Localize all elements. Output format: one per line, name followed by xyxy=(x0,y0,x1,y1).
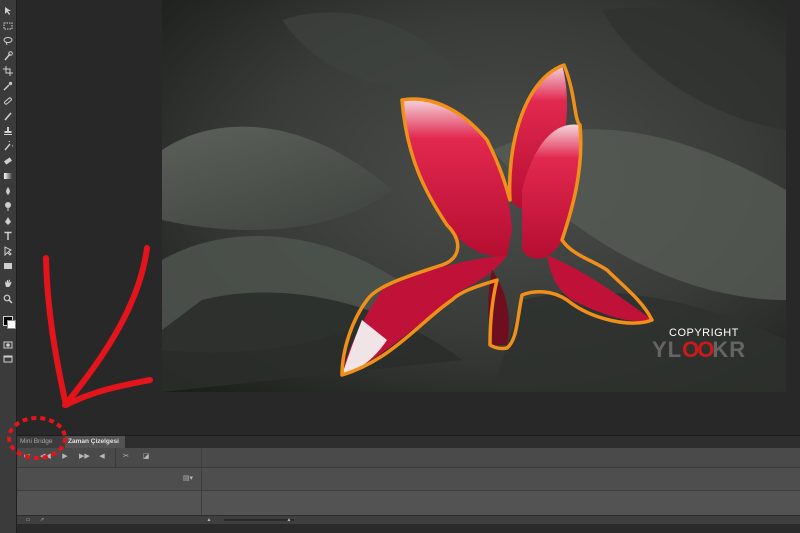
clone-stamp-tool-icon[interactable] xyxy=(1,124,15,137)
quick-mask-icon[interactable] xyxy=(1,338,15,351)
move-tool-icon[interactable] xyxy=(1,4,15,17)
tab-timeline[interactable]: Zaman Çizelgesi xyxy=(65,436,125,448)
pen-tool-icon[interactable] xyxy=(1,214,15,227)
path-selection-tool-icon[interactable] xyxy=(1,244,15,257)
status-strip xyxy=(17,524,800,533)
render-icon[interactable]: ▭ xyxy=(21,516,35,524)
history-brush-icon[interactable] xyxy=(1,139,15,152)
rectangle-tool-icon[interactable] xyxy=(1,259,15,272)
spot-healing-brush-icon[interactable] xyxy=(1,94,15,107)
zoom-out-icon[interactable]: ▲ xyxy=(205,516,213,524)
photoshop-window: COPYRIGHT YLOOKR Mini Bridge Zaman Çizel… xyxy=(0,0,800,533)
bottom-panel: Mini Bridge Zaman Çizelgesi ⏮ ◀◀ ▶ ▶▶ ◀ … xyxy=(17,435,800,533)
brush-tool-icon[interactable] xyxy=(1,109,15,122)
background-color-swatch[interactable] xyxy=(7,320,16,329)
type-tool-icon[interactable] xyxy=(1,229,15,242)
tools-panel xyxy=(0,0,17,533)
timeline-zoom-slider[interactable] xyxy=(224,519,294,521)
hand-tool-icon[interactable] xyxy=(1,276,15,289)
zoom-in-icon[interactable]: ▲ xyxy=(285,516,293,524)
convert-icon[interactable]: ↗ xyxy=(37,516,47,524)
gradient-tool-icon[interactable] xyxy=(1,169,15,182)
timeline-left-column xyxy=(17,448,202,518)
eraser-tool-icon[interactable] xyxy=(1,154,15,167)
lasso-tool-icon[interactable] xyxy=(1,34,15,47)
marquee-tool-icon[interactable] xyxy=(1,19,15,32)
crop-tool-icon[interactable] xyxy=(1,64,15,77)
eyedropper-tool-icon[interactable] xyxy=(1,79,15,92)
quick-selection-tool-icon[interactable] xyxy=(1,49,15,62)
color-swatches[interactable] xyxy=(2,310,16,329)
screen-mode-icon[interactable] xyxy=(1,352,15,365)
dodge-tool-icon[interactable] xyxy=(1,199,15,212)
zoom-tool-icon[interactable] xyxy=(1,292,15,305)
tab-mini-bridge[interactable]: Mini Bridge xyxy=(17,436,67,448)
panel-tab-bar: Mini Bridge Zaman Çizelgesi xyxy=(17,435,800,449)
brand-watermark: YLOOKR xyxy=(652,337,747,362)
blur-tool-icon[interactable] xyxy=(1,184,15,197)
